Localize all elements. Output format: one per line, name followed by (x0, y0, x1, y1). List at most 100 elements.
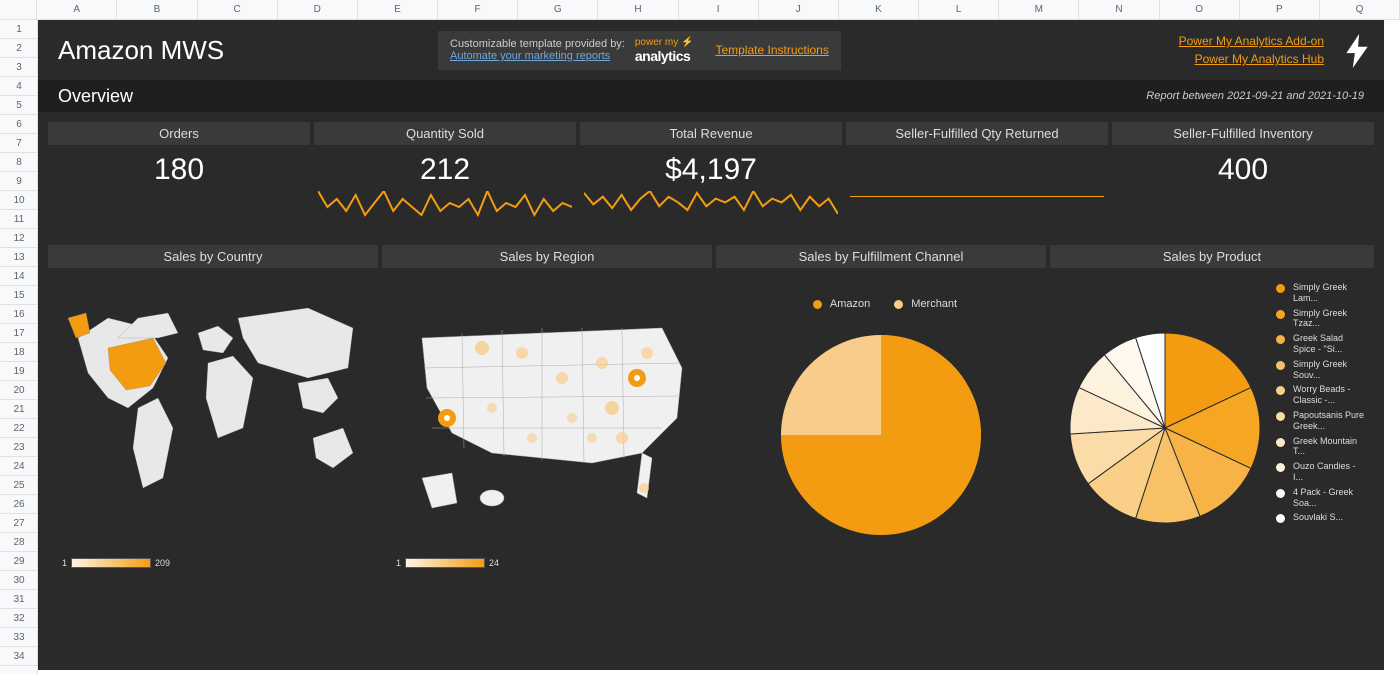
col-header[interactable]: E (358, 0, 438, 19)
col-header[interactable]: B (117, 0, 197, 19)
chart-sales-channel: Sales by Fulfillment Channel AmazonMerch… (716, 245, 1046, 578)
row-header[interactable]: 6 (0, 115, 38, 134)
chart-sales-region: Sales by Region (382, 245, 712, 578)
channel-legend: AmazonMerchant (726, 278, 1036, 320)
sparkline (846, 157, 1108, 201)
legend-item: Simply Greek Lam... (1276, 282, 1366, 304)
row-header[interactable]: 16 (0, 305, 38, 324)
world-map[interactable]: 1 209 (48, 268, 378, 578)
row-header[interactable]: 29 (0, 552, 38, 571)
legend-item: Worry Beads - Classic -... (1276, 384, 1366, 406)
col-header[interactable]: N (1079, 0, 1159, 19)
col-header[interactable]: I (679, 0, 759, 19)
col-header[interactable]: L (919, 0, 999, 19)
row-header[interactable]: 21 (0, 400, 38, 419)
row-header[interactable]: 7 (0, 134, 38, 153)
row-header[interactable]: 34 (0, 647, 38, 666)
metrics-row: Orders180Quantity Sold212Total Revenue$4… (38, 112, 1384, 235)
col-header[interactable]: F (438, 0, 518, 19)
row-header[interactable]: 8 (0, 153, 38, 172)
hub-link[interactable]: Power My Analytics Hub (1179, 50, 1324, 68)
row-header[interactable]: 30 (0, 571, 38, 590)
page-title: Amazon MWS (58, 35, 438, 66)
row-header[interactable]: 20 (0, 381, 38, 400)
row-header[interactable]: 4 (0, 77, 38, 96)
row-header[interactable]: 18 (0, 343, 38, 362)
row-header[interactable]: 24 (0, 457, 38, 476)
report-range: Report between 2021-09-21 and 2021-10-19 (1146, 90, 1364, 102)
row-header[interactable]: 12 (0, 229, 38, 248)
automate-link[interactable]: Automate your marketing reports (450, 50, 625, 62)
metric-label: Seller-Fulfilled Inventory (1112, 122, 1374, 145)
region-scale: 1 24 (396, 558, 499, 568)
row-header[interactable]: 25 (0, 476, 38, 495)
template-instructions-link[interactable]: Template Instructions (715, 43, 828, 57)
product-pie[interactable]: Simply Greek Lam... Simply Greek Tzaz... G… (1050, 268, 1374, 578)
corner-cell[interactable] (0, 0, 37, 19)
row-header[interactable]: 33 (0, 628, 38, 647)
charts-row: Sales by Country (38, 235, 1384, 578)
metric-value: 212 (314, 145, 576, 191)
dashboard-header: Amazon MWS Customizable template provide… (38, 20, 1384, 80)
row-header[interactable]: 13 (0, 248, 38, 267)
row-header[interactable]: 14 (0, 267, 38, 286)
row-header[interactable]: 26 (0, 495, 38, 514)
bolt-icon: ⚡ (681, 37, 693, 48)
channel-pie[interactable]: AmazonMerchant (716, 268, 1046, 578)
col-header[interactable]: H (598, 0, 678, 19)
row-header[interactable]: 11 (0, 210, 38, 229)
row-header[interactable]: 28 (0, 533, 38, 552)
us-map[interactable]: 1 24 (382, 268, 712, 578)
sparkline (314, 191, 576, 235)
row-header[interactable]: 9 (0, 172, 38, 191)
col-header[interactable]: J (759, 0, 839, 19)
col-header[interactable]: Q (1320, 0, 1400, 19)
row-header[interactable]: 23 (0, 438, 38, 457)
template-info-box: Customizable template provided by: Autom… (438, 31, 841, 70)
row-header[interactable]: 10 (0, 191, 38, 210)
row-header[interactable]: 31 (0, 590, 38, 609)
col-header[interactable]: O (1160, 0, 1240, 19)
provider-logo: power my ⚡ analytics (635, 37, 694, 64)
row-header[interactable]: 19 (0, 362, 38, 381)
spreadsheet-column-headers: ABCDEFGHIJKLMNOPQ (0, 0, 1400, 20)
col-header[interactable]: A (37, 0, 117, 19)
legend-item: Greek Mountain T... (1276, 436, 1366, 458)
metric-value: $4,197 (580, 145, 842, 191)
legend-item: Simply Greek Tzaz... (1276, 308, 1366, 330)
template-label: Customizable template provided by: (450, 38, 625, 50)
row-header[interactable]: 15 (0, 286, 38, 305)
col-header[interactable]: G (518, 0, 598, 19)
col-header[interactable]: D (278, 0, 358, 19)
chart-title: Sales by Product (1050, 245, 1374, 268)
col-header[interactable]: C (198, 0, 278, 19)
metric-label: Quantity Sold (314, 122, 576, 145)
chart-title: Sales by Fulfillment Channel (716, 245, 1046, 268)
metric-card: Quantity Sold212 (314, 122, 576, 235)
chart-title: Sales by Country (48, 245, 378, 268)
metric-value: 400 (1112, 145, 1374, 191)
col-header[interactable]: P (1240, 0, 1320, 19)
legend-item: Papoutsanis Pure Greek... (1276, 410, 1366, 432)
metric-label: Seller-Fulfilled Qty Returned (846, 122, 1108, 145)
metric-card: Orders180 (48, 122, 310, 235)
row-header[interactable]: 22 (0, 419, 38, 438)
row-header[interactable]: 1 (0, 20, 38, 39)
row-header[interactable]: 3 (0, 58, 38, 77)
row-header[interactable]: 32 (0, 609, 38, 628)
col-header[interactable]: K (839, 0, 919, 19)
sparkline (48, 191, 310, 235)
overview-bar: Overview Report between 2021-09-21 and 2… (38, 80, 1384, 112)
metric-value: 180 (48, 145, 310, 191)
row-header[interactable]: 2 (0, 39, 38, 58)
row-header[interactable]: 17 (0, 324, 38, 343)
row-header[interactable]: 27 (0, 514, 38, 533)
col-header[interactable]: M (999, 0, 1079, 19)
chart-sales-product: Sales by Product Simply Greek Lam...Simp… (1050, 245, 1374, 578)
pie-svg (1060, 278, 1270, 568)
header-right-links: Power My Analytics Add-on Power My Analy… (1179, 32, 1324, 68)
dashboard: Amazon MWS Customizable template provide… (38, 20, 1384, 670)
addon-link[interactable]: Power My Analytics Add-on (1179, 32, 1324, 50)
sparkline (1112, 191, 1374, 235)
row-header[interactable]: 5 (0, 96, 38, 115)
